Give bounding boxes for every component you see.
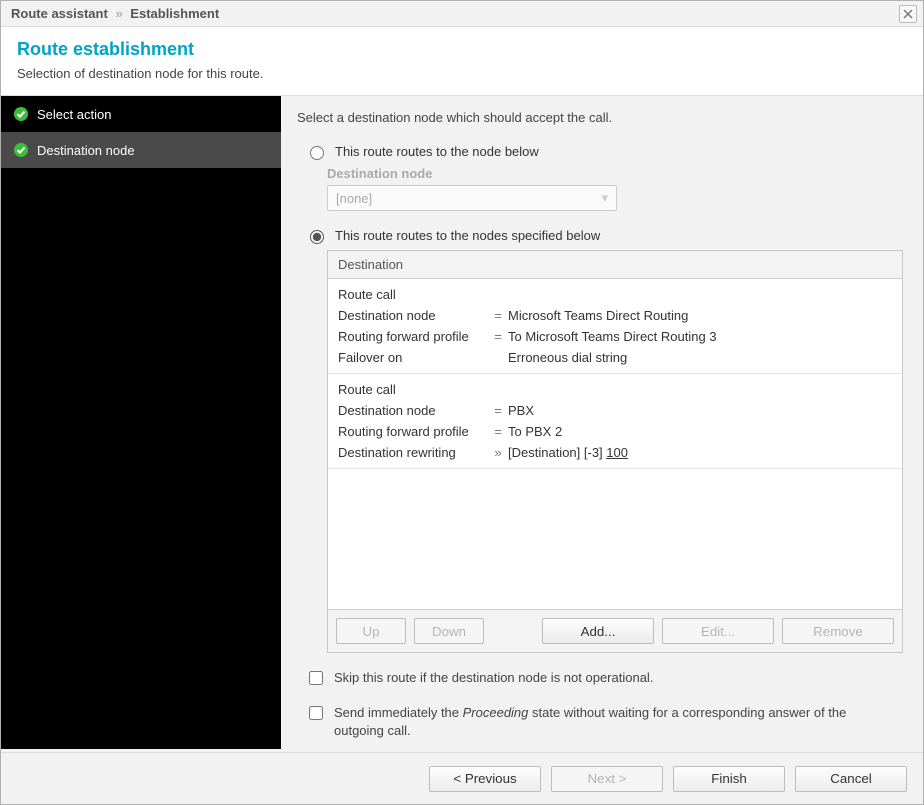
destination-node-select-value: [none] — [336, 191, 372, 206]
titlebar: Route assistant » Establishment — [1, 1, 923, 27]
sidebar: Select action Destination node — [1, 96, 281, 749]
page-title: Route establishment — [17, 39, 907, 60]
radio-single-node-label: This route routes to the node below — [335, 144, 539, 159]
breadcrumb: Route assistant » Establishment — [11, 6, 219, 21]
main-panel: Select a destination node which should a… — [281, 96, 923, 749]
proceeding-checkbox-row[interactable]: Send immediately the Proceeding state wi… — [305, 704, 907, 740]
destination-node-field-label: Destination node — [327, 166, 907, 181]
breadcrumb-part-1: Route assistant — [11, 6, 108, 21]
breadcrumb-part-2: Establishment — [130, 6, 219, 21]
destination-entry[interactable]: Route call Destination node=PBX Routing … — [328, 374, 902, 469]
sidebar-item-label: Select action — [37, 107, 111, 122]
sidebar-item-select-action[interactable]: Select action — [1, 96, 281, 132]
single-node-block: Destination node [none] ▾ — [327, 166, 907, 211]
radio-multi-node[interactable] — [310, 230, 324, 244]
page-subtitle: Selection of destination node for this r… — [17, 66, 907, 81]
close-button[interactable] — [899, 5, 917, 23]
finish-button[interactable]: Finish — [673, 766, 785, 792]
footer: < Previous Next > Finish Cancel — [1, 752, 923, 804]
radio-single-node[interactable] — [310, 146, 324, 160]
radio-multi-node-label: This route routes to the nodes specified… — [335, 228, 600, 243]
skip-route-label: Skip this route if the destination node … — [334, 669, 653, 687]
close-icon — [903, 9, 913, 19]
next-button[interactable]: Next > — [551, 766, 663, 792]
radio-row-multi-node[interactable]: This route routes to the nodes specified… — [305, 227, 907, 244]
destination-entry-title: Route call — [338, 382, 892, 397]
check-circle-icon — [13, 142, 29, 158]
destination-entry-details: Destination node=Microsoft Teams Direct … — [338, 308, 892, 365]
down-button[interactable]: Down — [414, 618, 484, 644]
radio-row-single-node[interactable]: This route routes to the node below — [305, 143, 907, 160]
body: Select action Destination node Select a … — [1, 96, 923, 749]
destination-entry-details: Destination node=PBX Routing forward pro… — [338, 403, 892, 460]
destination-table-header: Destination — [328, 251, 902, 279]
breadcrumb-separator: » — [115, 6, 122, 21]
sidebar-item-label: Destination node — [37, 143, 135, 158]
destination-table-footer: Up Down Add... Edit... Remove — [328, 609, 902, 652]
header: Route establishment Selection of destina… — [1, 27, 923, 96]
sidebar-item-destination-node[interactable]: Destination node — [1, 132, 281, 168]
destination-table-empty-area — [328, 469, 902, 609]
destination-node-select[interactable]: [none] ▾ — [327, 185, 617, 211]
multi-node-block: Destination Route call Destination node=… — [327, 250, 907, 653]
destination-table: Destination Route call Destination node=… — [327, 250, 903, 653]
add-button[interactable]: Add... — [542, 618, 654, 644]
previous-button[interactable]: < Previous — [429, 766, 541, 792]
destination-entry-title: Route call — [338, 287, 892, 302]
cancel-button[interactable]: Cancel — [795, 766, 907, 792]
skip-route-checkbox[interactable] — [309, 671, 323, 685]
skip-route-checkbox-row[interactable]: Skip this route if the destination node … — [305, 669, 907, 688]
window: Route assistant » Establishment Route es… — [0, 0, 924, 805]
remove-button[interactable]: Remove — [782, 618, 894, 644]
proceeding-label: Send immediately the Proceeding state wi… — [334, 704, 874, 740]
instruction-text: Select a destination node which should a… — [297, 110, 907, 125]
up-button[interactable]: Up — [336, 618, 406, 644]
chevron-down-icon: ▾ — [601, 190, 608, 206]
destination-entry[interactable]: Route call Destination node=Microsoft Te… — [328, 279, 902, 374]
check-circle-icon — [13, 106, 29, 122]
proceeding-checkbox[interactable] — [309, 706, 323, 720]
destination-rewriting-value: [Destination] [-3] 100 — [508, 445, 892, 460]
edit-button[interactable]: Edit... — [662, 618, 774, 644]
